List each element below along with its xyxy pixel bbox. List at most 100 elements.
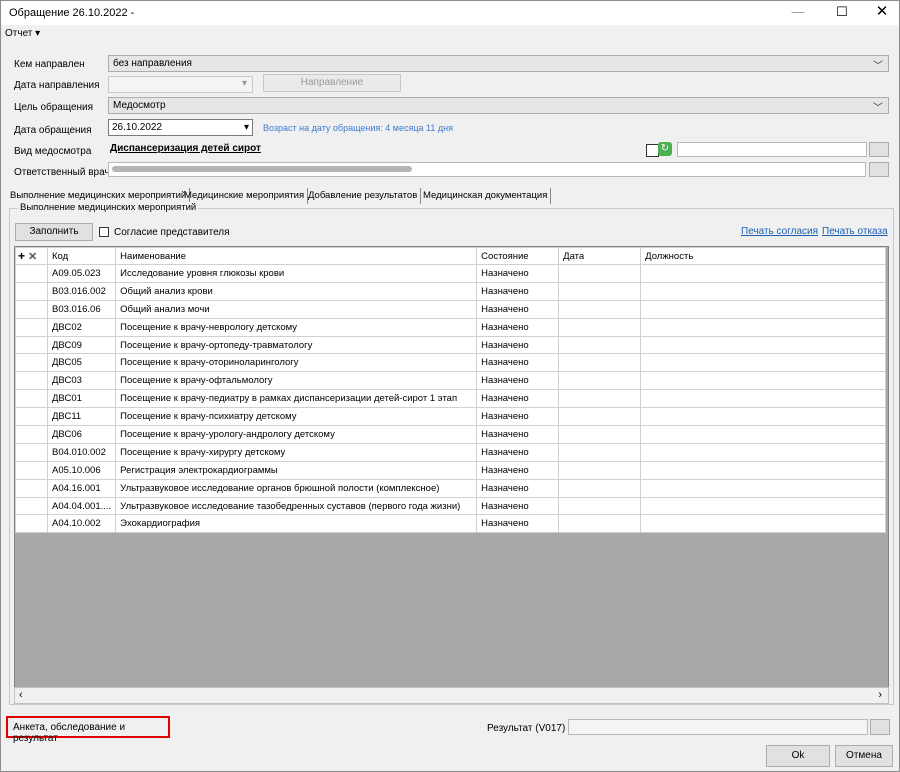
row-selector[interactable] — [15, 335, 48, 355]
cell-date[interactable] — [558, 353, 642, 373]
row-selector[interactable] — [15, 299, 48, 319]
consent-checkbox[interactable] — [99, 227, 109, 237]
refresh-icon[interactable]: ↻ — [658, 142, 672, 156]
cell-code[interactable]: B03.016.002 — [46, 281, 117, 301]
scroll-right-icon[interactable]: › — [878, 689, 882, 701]
menu-report[interactable]: Отчет ▾ — [5, 28, 40, 39]
cell-position[interactable] — [640, 478, 887, 498]
row-selector[interactable] — [15, 371, 48, 391]
cell-status[interactable]: Назначено — [476, 460, 560, 480]
cell-date[interactable] — [558, 389, 642, 409]
cell-date[interactable] — [558, 317, 642, 337]
referred-by-combo[interactable]: без направления ﹀ — [108, 55, 889, 72]
cell-status[interactable]: Назначено — [476, 425, 560, 444]
row-selector[interactable] — [15, 407, 48, 427]
result-field[interactable] — [568, 719, 868, 735]
cell-position[interactable] — [640, 281, 887, 301]
exam-type-value[interactable]: Диспансеризация детей сирот — [110, 143, 261, 154]
cell-status[interactable]: Назначено — [476, 442, 560, 462]
table-row[interactable]: A04.16.001 Ультразвуковое исследование ор… — [15, 478, 887, 498]
cell-name[interactable]: Посещение к врачу-педиатру в рамках дисп… — [115, 389, 478, 409]
minimize-button[interactable]: — — [777, 1, 819, 25]
table-row[interactable]: B03.016.06 Общий анализ мочи Назначено — [15, 299, 887, 319]
cell-date[interactable] — [558, 281, 642, 301]
cell-position[interactable] — [640, 407, 887, 427]
cell-position[interactable] — [640, 496, 887, 516]
cell-name[interactable]: Посещение к врачу-урологу-андрологу детс… — [115, 425, 478, 444]
cell-position[interactable] — [640, 389, 887, 409]
cell-status[interactable]: Назначено — [476, 478, 560, 498]
cell-date[interactable] — [558, 460, 642, 480]
cell-position[interactable] — [640, 317, 887, 337]
row-selector[interactable] — [15, 425, 48, 444]
cell-position[interactable] — [640, 299, 887, 319]
table-row[interactable]: ДВС06 Посещение к врачу-урологу-андрологу… — [15, 425, 887, 444]
cell-date[interactable] — [558, 407, 642, 427]
table-row[interactable]: A04.10.002 Эхокардиография Назначено — [15, 514, 887, 534]
cell-position[interactable] — [640, 371, 887, 391]
cell-name[interactable]: Посещение к врачу-хирургу детскому — [115, 442, 478, 462]
cell-position[interactable] — [640, 264, 887, 283]
referral-button[interactable]: Направление — [263, 74, 401, 92]
print-consent-link[interactable]: Печать согласия — [741, 226, 818, 237]
cell-position[interactable] — [640, 460, 887, 480]
col-code[interactable]: Код — [46, 247, 117, 265]
maximize-button[interactable]: ☐ — [821, 1, 863, 25]
result-ellipsis-button[interactable] — [870, 719, 890, 735]
col-name[interactable]: Наименование — [115, 247, 478, 265]
cell-name[interactable]: Посещение к врачу-оториноларингологу — [115, 353, 478, 373]
row-selector[interactable] — [15, 478, 48, 498]
fill-button[interactable]: Заполнить — [15, 223, 93, 241]
table-row[interactable]: ДВС05 Посещение к врачу-оториноларинголог… — [15, 353, 887, 373]
row-selector[interactable] — [15, 496, 48, 516]
cell-status[interactable]: Назначено — [476, 299, 560, 319]
cell-name[interactable]: Посещение к врачу-офтальмологу — [115, 371, 478, 391]
cell-status[interactable]: Назначено — [476, 335, 560, 355]
table-row[interactable]: A05.10.006 Регистрация электрокардиограмм… — [15, 460, 887, 480]
table-row[interactable]: A09.05.023 Исследование уровня глюкозы кр… — [15, 264, 887, 283]
cell-date[interactable] — [558, 442, 642, 462]
doctor-field[interactable] — [108, 162, 866, 177]
cell-name[interactable]: Регистрация электрокардиограммы — [115, 460, 478, 480]
cell-name[interactable]: Посещение к врачу-психиатру детскому — [115, 407, 478, 427]
row-selector[interactable] — [15, 317, 48, 337]
cell-code[interactable]: ДВС06 — [46, 425, 117, 444]
cell-code[interactable]: ДВС03 — [46, 371, 117, 391]
cell-code[interactable]: ДВС02 — [46, 317, 117, 337]
cancel-button[interactable]: Отмена — [835, 745, 893, 767]
cell-status[interactable]: Назначено — [476, 496, 560, 516]
cell-status[interactable]: Назначено — [476, 389, 560, 409]
cell-code[interactable]: ДВС09 — [46, 335, 117, 355]
cell-name[interactable]: Общий анализ мочи — [115, 299, 478, 319]
cell-code[interactable]: A04.10.002 — [46, 514, 117, 534]
cell-code[interactable]: A04.16.001 — [46, 478, 117, 498]
horizontal-scrollbar[interactable]: ‹ › — [14, 687, 889, 704]
cell-code[interactable]: A04.04.001.... — [46, 496, 117, 516]
cell-date[interactable] — [558, 264, 642, 283]
delete-row-icon[interactable]: ✕ — [28, 251, 37, 263]
cell-name[interactable]: Ультразвуковое исследование тазобедренны… — [115, 496, 478, 516]
cell-status[interactable]: Назначено — [476, 514, 560, 534]
cell-name[interactable]: Посещение к врачу-неврологу детскому — [115, 317, 478, 337]
purpose-combo[interactable]: Медосмотр ﹀ — [108, 97, 889, 114]
tab-add-results[interactable]: Добавление результатов — [305, 188, 422, 204]
table-row[interactable]: B04.010.002 Посещение к врачу-хирургу дет… — [15, 442, 887, 462]
cell-date[interactable] — [558, 371, 642, 391]
table-row[interactable]: ДВС02 Посещение к врачу-неврологу детском… — [15, 317, 887, 337]
cell-status[interactable]: Назначено — [476, 371, 560, 391]
cell-date[interactable] — [558, 425, 642, 444]
table-row[interactable]: ДВС09 Посещение к врачу-ортопеду-травмато… — [15, 335, 887, 355]
cell-name[interactable]: Посещение к врачу-ортопеду-травматологу — [115, 335, 478, 355]
cell-position[interactable] — [640, 442, 887, 462]
cell-status[interactable]: Назначено — [476, 264, 560, 283]
row-selector[interactable] — [15, 281, 48, 301]
survey-result-link[interactable]: Анкета, обследование и результат — [6, 716, 170, 744]
cell-code[interactable]: ДВС01 — [46, 389, 117, 409]
cell-position[interactable] — [640, 425, 887, 444]
row-selector[interactable] — [15, 353, 48, 373]
cell-name[interactable]: Исследование уровня глюкозы крови — [115, 264, 478, 283]
col-position[interactable]: Должность — [640, 247, 887, 265]
cell-code[interactable]: A05.10.006 — [46, 460, 117, 480]
cell-code[interactable]: A09.05.023 — [46, 264, 117, 283]
cell-date[interactable] — [558, 478, 642, 498]
